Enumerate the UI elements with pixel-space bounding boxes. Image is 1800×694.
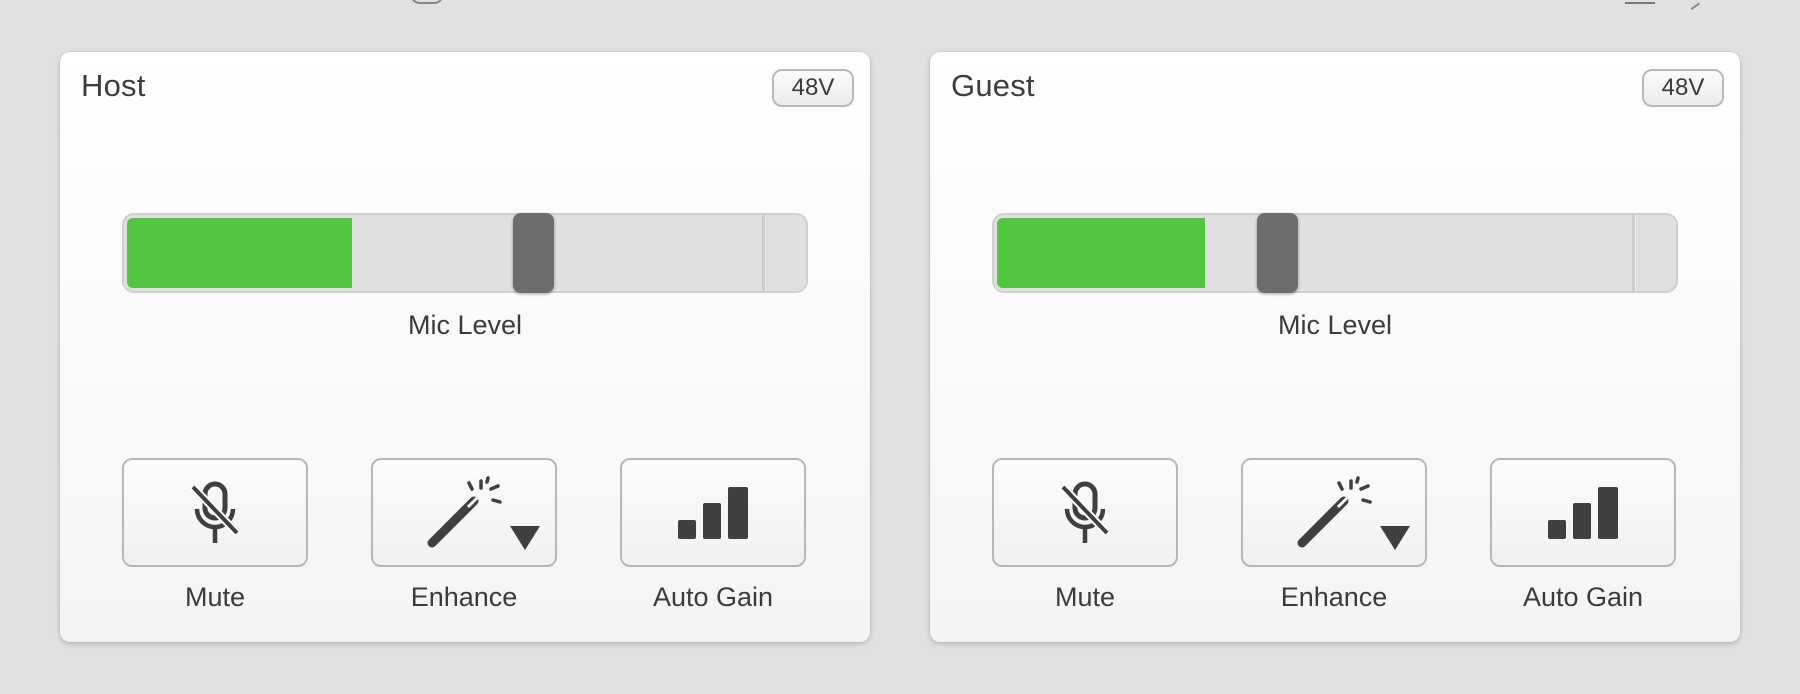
auto-gain-button[interactable] (620, 458, 806, 567)
dropdown-arrow-icon[interactable] (509, 525, 541, 551)
phantom-power-toggle[interactable]: 48V (772, 69, 854, 107)
channel-title: Host (81, 68, 146, 103)
mute-button[interactable] (992, 458, 1178, 567)
level-meter-fill (997, 218, 1205, 288)
mic-off-icon (124, 460, 306, 565)
enhance-button[interactable] (371, 458, 557, 567)
signal-bars-icon (622, 460, 804, 565)
peak-marker (762, 215, 765, 291)
mic-level-label: Mic Level (1277, 310, 1393, 340)
mic-level-meter[interactable] (122, 213, 808, 293)
dropdown-arrow-icon[interactable] (1379, 525, 1411, 551)
top-toolbar-fragment-icon (410, 0, 444, 4)
mic-level-fader-thumb[interactable] (513, 213, 554, 293)
enhance-button[interactable] (1241, 458, 1427, 567)
peak-marker (1632, 215, 1635, 291)
enhance-label: Enhance (410, 582, 518, 612)
phantom-power-toggle[interactable]: 48V (1642, 69, 1724, 107)
mute-label: Mute (1054, 582, 1116, 612)
mute-label: Mute (184, 582, 246, 612)
mic-level-label: Mic Level (407, 310, 523, 340)
level-meter-fill (127, 218, 352, 288)
auto-gain-label: Auto Gain (652, 582, 774, 612)
channel-panel-guest: Guest 48V Mic Level Mute Enhance Auto Ga… (930, 52, 1740, 642)
top-toolbar-fragment-icon (1686, 0, 1700, 10)
enhance-label: Enhance (1280, 582, 1388, 612)
mic-off-icon (994, 460, 1176, 565)
mute-button[interactable] (122, 458, 308, 567)
auto-gain-button[interactable] (1490, 458, 1676, 567)
signal-bars-icon (1492, 460, 1674, 565)
mic-level-meter[interactable] (992, 213, 1678, 293)
mixer-window: Host 48V Mic Level Mute Enhance Auto Gai… (0, 0, 1800, 694)
channel-title: Guest (951, 68, 1035, 103)
mic-level-fader-thumb[interactable] (1257, 213, 1298, 293)
top-toolbar-fragment-icon (1625, 0, 1655, 4)
auto-gain-label: Auto Gain (1522, 582, 1644, 612)
channel-panel-host: Host 48V Mic Level Mute Enhance Auto Gai… (60, 52, 870, 642)
